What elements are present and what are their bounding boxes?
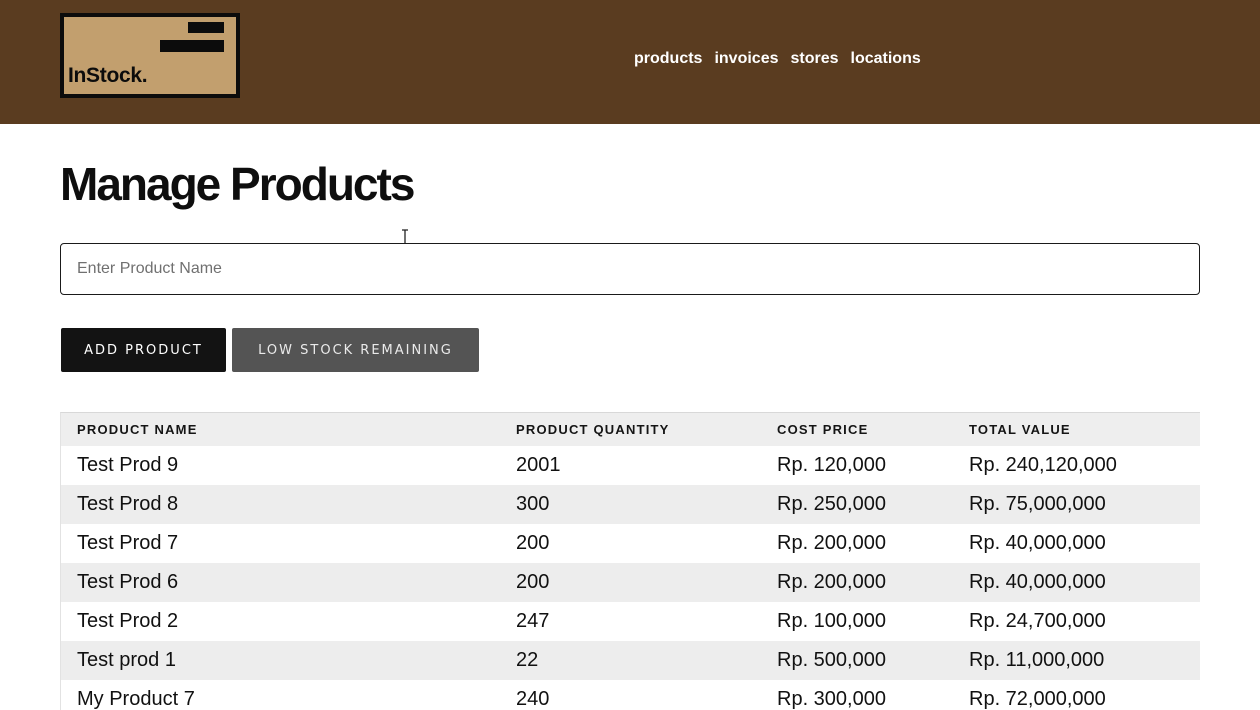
product-quantity-cell: 240 bbox=[516, 688, 550, 710]
nav-link-stores[interactable]: stores bbox=[784, 48, 844, 70]
table-header-row: PRODUCT NAME PRODUCT QUANTITY COST PRICE… bbox=[61, 413, 1200, 446]
logo-text: InStock. bbox=[68, 64, 148, 87]
cost-price-cell: Rp. 120,000 bbox=[777, 454, 886, 476]
product-name-cell: Test Prod 2 bbox=[77, 610, 179, 632]
table-row[interactable]: My Product 7 240 Rp. 300,000 Rp. 72,000,… bbox=[61, 680, 1200, 710]
product-quantity-cell: 200 bbox=[516, 532, 550, 554]
product-quantity-cell: 22 bbox=[516, 649, 539, 671]
instock-logo[interactable]: InStock. bbox=[60, 13, 240, 98]
table-row[interactable]: Test Prod 7 200 Rp. 200,000 Rp. 40,000,0… bbox=[61, 524, 1200, 563]
cost-price-cell: Rp. 200,000 bbox=[777, 571, 886, 593]
product-name-cell: Test Prod 6 bbox=[77, 571, 179, 593]
logo-bar-icon bbox=[188, 22, 224, 33]
product-quantity-cell: 300 bbox=[516, 493, 550, 515]
product-name-cell: Test Prod 9 bbox=[77, 454, 179, 476]
column-header-product-name[interactable]: PRODUCT NAME bbox=[77, 413, 198, 446]
cost-price-cell: Rp. 500,000 bbox=[777, 649, 886, 671]
product-quantity-cell: 2001 bbox=[516, 454, 561, 476]
top-header: InStock. products invoices stores locati… bbox=[0, 0, 1260, 124]
total-value-cell: Rp. 240,120,000 bbox=[969, 454, 1117, 476]
product-search-input[interactable] bbox=[60, 243, 1200, 295]
cost-price-cell: Rp. 100,000 bbox=[777, 610, 886, 632]
total-value-cell: Rp. 75,000,000 bbox=[969, 493, 1106, 515]
product-name-cell: Test Prod 8 bbox=[77, 493, 179, 515]
add-product-button[interactable]: ADD PRODUCT bbox=[61, 328, 226, 372]
total-value-cell: Rp. 24,700,000 bbox=[969, 610, 1106, 632]
nav-link-invoices[interactable]: invoices bbox=[708, 48, 784, 70]
column-header-cost-price[interactable]: COST PRICE bbox=[777, 413, 868, 446]
total-value-cell: Rp. 72,000,000 bbox=[969, 688, 1106, 710]
cost-price-cell: Rp. 200,000 bbox=[777, 532, 886, 554]
cost-price-cell: Rp. 300,000 bbox=[777, 688, 886, 710]
low-stock-button[interactable]: LOW STOCK REMAINING bbox=[232, 328, 479, 372]
product-quantity-cell: 200 bbox=[516, 571, 550, 593]
cost-price-cell: Rp. 250,000 bbox=[777, 493, 886, 515]
nav-link-products[interactable]: products bbox=[628, 48, 708, 70]
nav-link-locations[interactable]: locations bbox=[845, 48, 927, 70]
total-value-cell: Rp. 40,000,000 bbox=[969, 532, 1106, 554]
product-quantity-cell: 247 bbox=[516, 610, 550, 632]
table-row[interactable]: Test Prod 6 200 Rp. 200,000 Rp. 40,000,0… bbox=[61, 563, 1200, 602]
column-header-total-value[interactable]: TOTAL VALUE bbox=[969, 413, 1071, 446]
table-row[interactable]: Test Prod 2 247 Rp. 100,000 Rp. 24,700,0… bbox=[61, 602, 1200, 641]
table-row[interactable]: Test Prod 8 300 Rp. 250,000 Rp. 75,000,0… bbox=[61, 485, 1200, 524]
page-title: Manage Products bbox=[60, 158, 415, 210]
logo-bar-icon bbox=[160, 40, 224, 52]
total-value-cell: Rp. 40,000,000 bbox=[969, 571, 1106, 593]
product-name-cell: Test Prod 7 bbox=[77, 532, 179, 554]
product-name-cell: My Product 7 bbox=[77, 688, 195, 710]
products-table: PRODUCT NAME PRODUCT QUANTITY COST PRICE… bbox=[60, 412, 1200, 710]
total-value-cell: Rp. 11,000,000 bbox=[969, 649, 1105, 671]
table-row[interactable]: Test prod 1 22 Rp. 500,000 Rp. 11,000,00… bbox=[61, 641, 1200, 680]
product-name-cell: Test prod 1 bbox=[77, 649, 176, 671]
table-row[interactable]: Test Prod 9 2001 Rp. 120,000 Rp. 240,120… bbox=[61, 446, 1200, 485]
column-header-product-quantity[interactable]: PRODUCT QUANTITY bbox=[516, 413, 670, 446]
main-nav: products invoices stores locations bbox=[628, 48, 927, 70]
